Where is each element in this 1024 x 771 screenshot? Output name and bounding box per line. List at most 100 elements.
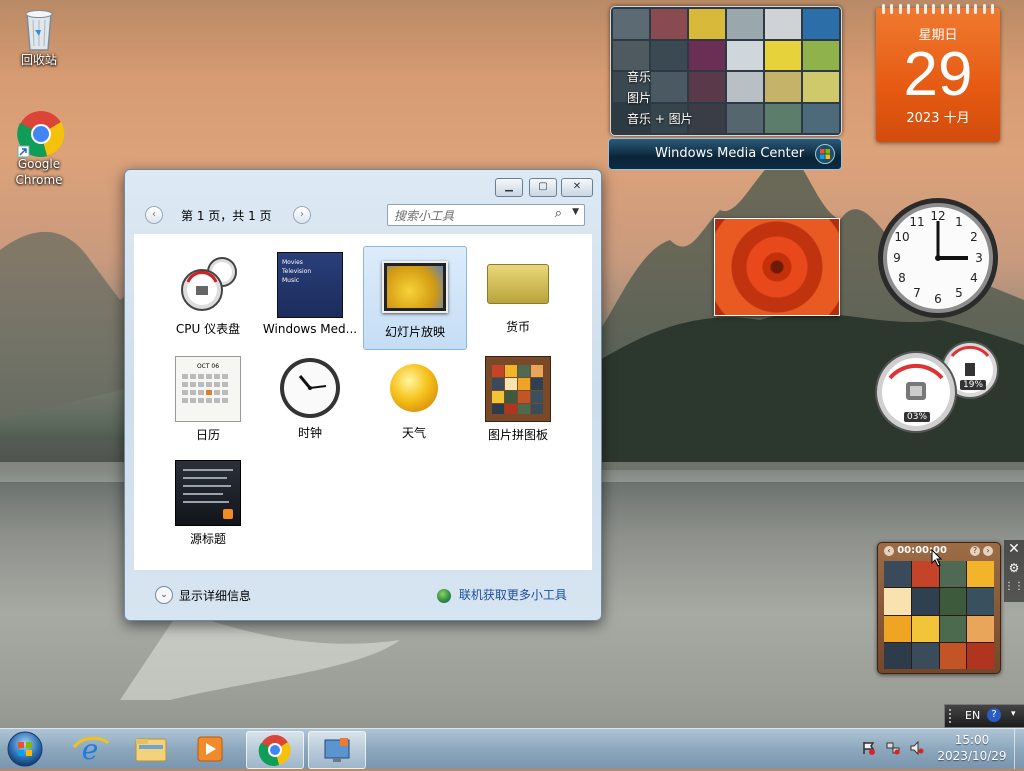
gadget-windows-media-center[interactable]: Movies Television Music Windows Med... <box>259 246 361 348</box>
volume-muted-icon[interactable] <box>910 740 924 756</box>
gadget-label: 货币 <box>505 320 530 334</box>
close-icon[interactable]: ✕ <box>1004 540 1024 558</box>
internet-explorer-icon: e <box>72 733 110 766</box>
language-indicator[interactable]: EN <box>965 709 980 722</box>
desktop-icon-google-chrome[interactable]: Google Chrome <box>2 110 76 188</box>
svg-text:12: 12 <box>930 209 945 223</box>
taskbar-desktop-gadgets[interactable] <box>308 731 366 769</box>
puzzle-prev-icon[interactable]: ‹ <box>884 546 894 556</box>
close-button[interactable]: ✕ <box>561 178 593 197</box>
mouse-cursor-icon <box>931 548 943 570</box>
taskbar-media-player[interactable] <box>182 731 238 767</box>
show-desktop-button[interactable] <box>1014 729 1024 769</box>
gadget-clock[interactable]: 时钟 <box>259 350 361 452</box>
gadget-feed-headlines[interactable]: 源标题 <box>157 454 259 556</box>
gadget-picture-puzzle[interactable]: 图片拼图板 <box>467 350 569 452</box>
recycle-bin-label: 回收站 <box>20 53 57 67</box>
calendar-gadget[interactable]: 星期日 29 2023 十月 <box>876 4 1000 142</box>
svg-text:3: 3 <box>975 251 983 265</box>
svg-text:9: 9 <box>893 251 901 265</box>
gadget-label: 日历 <box>195 428 220 442</box>
previous-page-button[interactable]: ‹ <box>145 206 163 224</box>
wmc-menu-music-pictures[interactable]: 音乐 + 图片 <box>627 109 693 130</box>
wmc-menu-music[interactable]: 音乐 <box>627 67 693 88</box>
gadget-label: 图片拼图板 <box>487 428 548 442</box>
calendar-day: 29 <box>903 40 973 109</box>
calendar-rings <box>882 4 994 14</box>
cpu-usage-value: 03% <box>904 412 931 422</box>
taskbar-explorer[interactable] <box>122 731 178 767</box>
taskbar-internet-explorer[interactable]: e <box>62 731 118 767</box>
svg-text:2: 2 <box>970 230 978 244</box>
desktop-icon-recycle-bin[interactable]: 回收站 <box>2 6 76 68</box>
wmc-launch-bar[interactable]: Windows Media Center <box>608 138 842 170</box>
puzzle-next-icon[interactable]: › <box>983 546 993 556</box>
media-player-icon <box>197 736 223 762</box>
page-indicator: 第 1 页，共 1 页 <box>181 209 272 223</box>
search-dropdown-icon[interactable]: ▼ <box>572 207 579 217</box>
currency-thumb-icon <box>487 264 549 304</box>
minimize-button[interactable]: ▁ <box>495 178 523 197</box>
svg-text:8: 8 <box>898 271 906 285</box>
slideshow-thumb-icon <box>382 261 448 313</box>
gadget-calendar[interactable]: OCT 06 日历 <box>157 350 259 452</box>
wmc-thumb-line-movies: Movies <box>282 259 303 266</box>
language-bar[interactable]: EN ? ▾ <box>944 704 1024 728</box>
search-placeholder: 搜索小工具 <box>394 209 455 223</box>
weather-sun-icon <box>382 356 446 420</box>
wmc-menu: 音乐 图片 音乐 + 图片 <box>627 67 693 130</box>
svg-text:4: 4 <box>970 271 978 285</box>
chrome-icon <box>258 735 291 766</box>
svg-text:11: 11 <box>909 215 924 229</box>
show-details-label: 显示详细信息 <box>179 589 252 603</box>
help-icon[interactable]: ? <box>987 708 1001 722</box>
taskbar-clock[interactable]: 15:00 2023/10/29 <box>932 732 1012 764</box>
get-more-gadgets-online-link[interactable]: 联机获取更多小工具 <box>437 586 567 603</box>
gadget-side-toolbar: ✕ ⚙ ⋮⋮ <box>1004 540 1024 602</box>
gadget-label: 天气 <box>401 426 426 440</box>
gadget-label: 幻灯片放映 <box>384 325 445 339</box>
wmc-menu-pictures[interactable]: 图片 <box>627 88 693 109</box>
chevron-down-icon: ⌄ <box>155 586 173 604</box>
calendar-thumb-month: OCT 06 <box>196 363 220 370</box>
action-center-flag-icon[interactable] <box>862 741 876 755</box>
chrome-label: Google Chrome <box>15 157 63 187</box>
maximize-button[interactable]: ▢ <box>529 178 557 197</box>
windows-media-center-gadget[interactable]: 音乐 图片 音乐 + 图片 <box>610 6 842 136</box>
puzzle-grid[interactable] <box>884 561 994 669</box>
svg-text:1: 1 <box>955 215 963 229</box>
search-gadgets-input[interactable]: 搜索小工具 ⌕ ▼ <box>387 204 585 226</box>
start-orb-icon <box>7 731 43 767</box>
desktop-gadgets-icon <box>324 738 350 762</box>
wmc-thumb-icon: Movies Television Music <box>277 252 343 318</box>
clock-gadget[interactable]: 12 1 2 345 678 9 10 11 <box>876 196 1000 320</box>
gadget-weather[interactable]: 天气 <box>363 350 465 452</box>
wmc-bar-label: Windows Media Center <box>655 146 805 161</box>
language-bar-grip-icon <box>949 709 955 723</box>
wmc-thumb-line-tv: Television <box>282 268 312 275</box>
language-bar-options-icon[interactable]: ▾ <box>1011 709 1016 719</box>
start-button[interactable] <box>6 730 46 768</box>
gadgets-gallery-window[interactable]: ▁ ▢ ✕ ‹ 第 1 页，共 1 页 › 搜索小工具 ⌕ ▼ CPU 仪表盘 … <box>124 169 602 621</box>
wrench-icon[interactable]: ⚙ <box>1004 558 1024 578</box>
clock-date: 2023/10/29 <box>937 749 1007 763</box>
recycle-bin-icon <box>17 6 61 51</box>
drag-handle-icon[interactable]: ⋮⋮ <box>1004 578 1024 596</box>
gadget-currency[interactable]: 货币 <box>467 246 569 348</box>
next-page-button[interactable]: › <box>293 206 311 224</box>
calendar-thumb-icon: OCT 06 <box>175 356 241 422</box>
chrome-icon <box>17 110 65 158</box>
gadget-label: CPU 仪表盘 <box>175 322 241 336</box>
gadget-label: 时钟 <box>297 426 322 440</box>
puzzle-help-icon[interactable]: ? <box>970 546 980 556</box>
gadget-slideshow[interactable]: 幻灯片放映 <box>363 246 467 350</box>
taskbar: e 15:00 2023/10/29 <box>0 728 1024 769</box>
cpu-meter-gadget[interactable]: 03% 19% <box>874 338 1000 434</box>
wmc-thumb-line-music: Music <box>282 277 300 284</box>
search-icon[interactable]: ⌕ <box>555 206 562 221</box>
network-icon[interactable] <box>886 741 900 755</box>
windows-logo-icon <box>815 144 835 176</box>
gadget-cpu-meter[interactable]: CPU 仪表盘 <box>157 246 259 348</box>
slideshow-gadget[interactable] <box>714 218 840 316</box>
taskbar-chrome[interactable] <box>246 731 304 769</box>
